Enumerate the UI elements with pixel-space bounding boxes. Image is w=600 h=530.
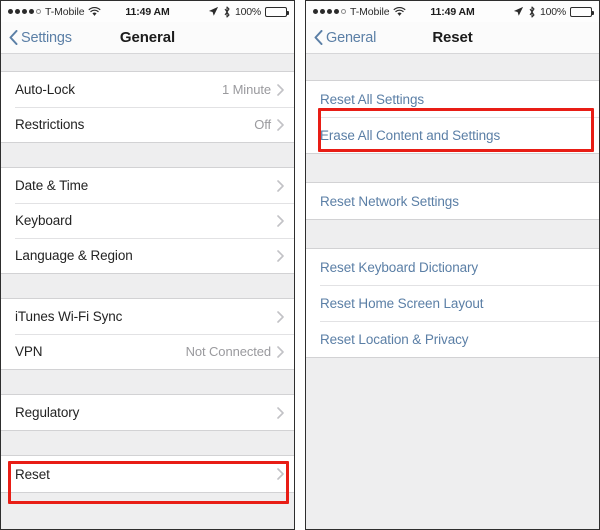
row-value: Not Connected: [185, 344, 272, 359]
row-label: Reset: [15, 466, 50, 482]
reset-group-1: Reset All Settings Erase All Content and…: [306, 80, 599, 154]
chevron-right-icon: [277, 345, 284, 358]
settings-group-4: Regulatory: [1, 394, 294, 431]
chevron-right-icon: [277, 118, 284, 131]
row-label: Date & Time: [15, 178, 89, 193]
row-label: Auto-Lock: [15, 82, 75, 97]
reset-group-3: Reset Keyboard Dictionary Reset Home Scr…: [306, 248, 599, 358]
navigation-bar: General Reset: [306, 22, 599, 54]
chevron-right-icon: [277, 179, 284, 192]
list-item-reset-home-screen-layout[interactable]: Reset Home Screen Layout: [306, 285, 599, 321]
settings-list: Auto-Lock 1 Minute Restrictions Off Date…: [1, 54, 294, 529]
row-label: Reset Keyboard Dictionary: [320, 259, 479, 275]
row-label: Regulatory: [15, 405, 80, 420]
row-label: Reset All Settings: [320, 91, 425, 107]
reset-list: Reset All Settings Erase All Content and…: [306, 54, 599, 529]
settings-group-5: Reset: [1, 455, 294, 493]
list-item-reset[interactable]: Reset: [1, 456, 294, 492]
battery-full-icon: [265, 6, 289, 17]
settings-group-2: Date & Time Keyboard Language & Region: [1, 167, 294, 274]
settings-group-3: iTunes Wi-Fi Sync VPN Not Connected: [1, 298, 294, 370]
section-gap: [1, 370, 294, 394]
row-label: Reset Home Screen Layout: [320, 295, 484, 311]
bluetooth-icon: [529, 5, 535, 18]
list-item-reset-all-settings[interactable]: Reset All Settings: [306, 81, 599, 117]
status-bar: T-Mobile 11:49 AM 100%: [306, 1, 599, 22]
settings-group-1: Auto-Lock 1 Minute Restrictions Off: [1, 71, 294, 143]
chevron-left-icon: [9, 30, 18, 45]
row-label: Language & Region: [15, 248, 133, 263]
chevron-right-icon: [277, 310, 284, 323]
status-bar-right: 100%: [513, 5, 594, 18]
location-arrow-icon: [208, 6, 219, 16]
list-item[interactable]: Language & Region: [1, 238, 294, 273]
status-bar: T-Mobile 11:49 AM 100%: [1, 1, 294, 22]
list-item[interactable]: Keyboard: [1, 203, 294, 238]
list-item-reset-network-settings[interactable]: Reset Network Settings: [306, 183, 599, 219]
chevron-left-icon: [314, 30, 323, 45]
list-item[interactable]: VPN Not Connected: [1, 334, 294, 369]
chevron-right-icon: [277, 83, 284, 96]
list-item[interactable]: Date & Time: [1, 168, 294, 203]
row-value: Off: [254, 117, 271, 132]
status-bar-right: 100%: [208, 5, 289, 18]
back-button-label: General: [326, 29, 377, 46]
section-gap: [306, 220, 599, 248]
section-gap: [1, 274, 294, 298]
row-value: 1 Minute: [221, 82, 271, 97]
right-phone-screen: T-Mobile 11:49 AM 100% General Reset Res…: [305, 0, 600, 530]
chevron-right-icon: [277, 468, 284, 480]
list-item-reset-keyboard-dictionary[interactable]: Reset Keyboard Dictionary: [306, 249, 599, 285]
battery-full-icon: [570, 6, 594, 17]
list-item[interactable]: Auto-Lock 1 Minute: [1, 72, 294, 107]
back-button-settings[interactable]: Settings: [9, 30, 72, 46]
row-label: iTunes Wi-Fi Sync: [15, 309, 123, 324]
back-button-general[interactable]: General: [314, 30, 376, 46]
chevron-right-icon: [277, 249, 284, 262]
chevron-right-icon: [277, 214, 284, 227]
list-item-reset-location-privacy[interactable]: Reset Location & Privacy: [306, 321, 599, 357]
row-label: Reset Network Settings: [320, 193, 459, 209]
list-item[interactable]: Regulatory: [1, 395, 294, 430]
list-item-erase-all-content[interactable]: Erase All Content and Settings: [306, 117, 599, 153]
list-item[interactable]: Restrictions Off: [1, 107, 294, 142]
section-gap: [1, 431, 294, 455]
row-label: VPN: [15, 344, 43, 359]
location-arrow-icon: [513, 6, 524, 16]
dual-screenshot-container: T-Mobile 11:49 AM 100% Settings General …: [0, 0, 600, 530]
chevron-right-icon: [277, 406, 284, 419]
navigation-bar: Settings General: [1, 22, 294, 54]
battery-percentage: 100%: [234, 5, 261, 18]
section-gap: [1, 143, 294, 167]
row-label: Reset Location & Privacy: [320, 331, 469, 347]
battery-percentage: 100%: [539, 5, 566, 18]
row-label: Keyboard: [15, 213, 72, 228]
row-label: Erase All Content and Settings: [320, 127, 501, 143]
section-gap: [1, 54, 294, 71]
reset-group-2: Reset Network Settings: [306, 182, 599, 220]
back-button-label: Settings: [21, 29, 72, 46]
section-gap: [306, 154, 599, 182]
bluetooth-icon: [224, 5, 230, 18]
list-item[interactable]: iTunes Wi-Fi Sync: [1, 299, 294, 334]
section-gap: [306, 54, 599, 80]
row-label: Restrictions: [15, 117, 85, 132]
left-phone-screen: T-Mobile 11:49 AM 100% Settings General …: [0, 0, 295, 530]
